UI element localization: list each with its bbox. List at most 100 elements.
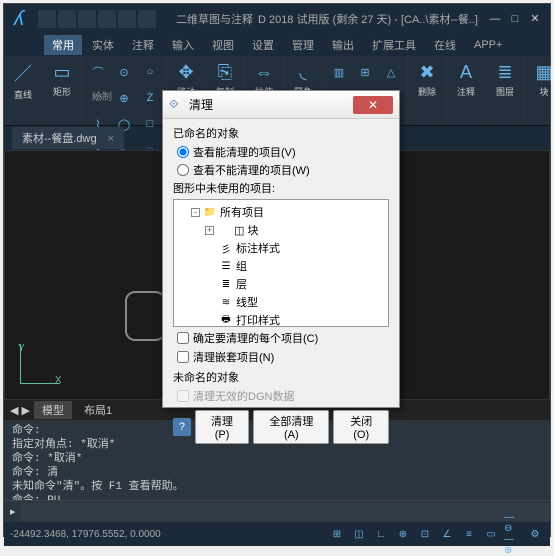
close-icon[interactable]: ✕ bbox=[528, 12, 542, 26]
ribbon-tool-button[interactable]: A注释 bbox=[449, 58, 483, 102]
ribbon-tab[interactable]: 管理 bbox=[284, 35, 322, 55]
qat-item[interactable] bbox=[138, 10, 156, 28]
osnap-icon[interactable]: ⊡ bbox=[416, 525, 434, 543]
polar-icon[interactable]: ⊕ bbox=[394, 525, 412, 543]
otrack-icon[interactable]: ∠ bbox=[438, 525, 456, 543]
ribbon-tab[interactable]: 扩展工具 bbox=[364, 35, 424, 55]
ribbon-panel: ／直线 bbox=[4, 56, 43, 125]
filetab[interactable]: 素材--餐盘.dwg × bbox=[12, 127, 124, 149]
command-prompt-icon: ▸ bbox=[4, 505, 22, 518]
ribbon-tool-button[interactable]: ／直线 bbox=[6, 58, 40, 102]
ribbon-tool-icon[interactable]: ⊙ bbox=[112, 60, 136, 84]
lineweight-icon[interactable]: ≡ bbox=[460, 525, 478, 543]
ribbon-tab[interactable]: APP+ bbox=[466, 37, 510, 53]
radio-viewable[interactable]: 查看能清理的项目(V) bbox=[177, 144, 389, 160]
settings-icon[interactable]: ⚙ bbox=[526, 525, 544, 543]
tree-item-label: 所有项目 bbox=[220, 204, 264, 220]
tab-nav-arrows[interactable]: ◀ ▶ bbox=[10, 404, 30, 417]
zoom-slider[interactable]: —⊖—⊕ bbox=[504, 525, 522, 543]
ribbon-tool-icon[interactable]: ⌒ bbox=[86, 60, 110, 84]
qat-item[interactable] bbox=[118, 10, 136, 28]
ribbon-tool-button[interactable]: ✖删除 bbox=[410, 58, 444, 102]
ribbon-tool-icon[interactable]: △ bbox=[379, 60, 403, 84]
ribbon-tab[interactable]: 实体 bbox=[84, 35, 122, 55]
checkbox-input[interactable] bbox=[177, 351, 189, 363]
ribbon-tool-button[interactable]: ≣图层 bbox=[488, 58, 522, 102]
dialog-icon: ⟐ bbox=[169, 97, 185, 113]
ribbon-tab[interactable]: 注释 bbox=[124, 35, 162, 55]
radio-nonviewable[interactable]: 查看不能清理的项目(W) bbox=[177, 162, 389, 178]
ribbon-panel: ▦块 bbox=[525, 56, 554, 125]
qat-item[interactable] bbox=[78, 10, 96, 28]
help-button[interactable]: ? bbox=[173, 418, 191, 436]
status-icons: ⊞ ◫ ∟ ⊕ ⊡ ∠ ≡ ▭ —⊖—⊕ ⚙ bbox=[328, 525, 544, 543]
qat-item[interactable] bbox=[38, 10, 56, 28]
ribbon-tab[interactable]: 在线 bbox=[426, 35, 464, 55]
purge-all-button[interactable]: 全部清理(A) bbox=[253, 410, 329, 444]
ribbon-tab[interactable]: 输出 bbox=[324, 35, 362, 55]
ribbon-tool-icon[interactable]: □ bbox=[138, 112, 162, 136]
check-dgn[interactable]: 清理无效的DGN数据 bbox=[177, 388, 389, 404]
tab-model[interactable]: 模型 bbox=[34, 401, 72, 419]
ribbon-panel-label: 绘制 bbox=[92, 88, 112, 103]
ribbon-tool-icon[interactable]: ○ bbox=[138, 60, 162, 84]
ribbon-tool-icon[interactable]: ⊕ bbox=[112, 86, 136, 110]
ribbon-tab[interactable]: 常用 bbox=[44, 35, 82, 55]
ribbon-tool-button[interactable]: ▭矩形 bbox=[45, 58, 79, 102]
tree-item[interactable]: + ◫ 块 bbox=[177, 221, 385, 239]
tree-item-icon: ≣ bbox=[219, 278, 233, 290]
radio-input[interactable] bbox=[177, 164, 189, 176]
maximize-icon[interactable]: □ bbox=[508, 12, 522, 26]
qat-item[interactable] bbox=[58, 10, 76, 28]
dialog-button-row: ? 清理(P) 全部清理(A) 关闭(O) bbox=[173, 410, 389, 444]
qat-item[interactable] bbox=[98, 10, 116, 28]
document-title: 二维草图与注释 bbox=[176, 11, 258, 27]
check-nested[interactable]: 清理嵌套项目(N) bbox=[177, 349, 389, 365]
check-confirm[interactable]: 确定要清理的每个项目(C) bbox=[177, 330, 389, 346]
snap-icon[interactable]: ◫ bbox=[350, 525, 368, 543]
dialog-close-button[interactable]: ✕ bbox=[353, 96, 393, 114]
titlebar: ʎ 二维草图与注释 D 2018 试用版 (剩余 27 天) - [CA..\素… bbox=[4, 4, 550, 34]
expander-icon[interactable]: - bbox=[191, 208, 200, 217]
named-objects-label: 已命名的对象 bbox=[173, 125, 389, 141]
tree-item[interactable]: ☰组 bbox=[177, 257, 385, 275]
ribbon-tool-icon[interactable]: Ż bbox=[138, 86, 162, 110]
ribbon-tool-icon[interactable]: ▥ bbox=[327, 60, 351, 84]
tree-item[interactable]: 🖶打印样式 bbox=[177, 311, 385, 327]
ribbon-tab[interactable]: 视图 bbox=[204, 35, 242, 55]
ribbon-panel: A注释 bbox=[447, 56, 486, 125]
item-tree[interactable]: -📁所有项目+◫ 块彡标注样式☰组≣层≋线型🖶打印样式▦形A文字样式彡多线样式√… bbox=[173, 199, 389, 327]
dialog-titlebar[interactable]: ⟐ 清理 ✕ bbox=[163, 91, 399, 119]
purge-button[interactable]: 清理(P) bbox=[195, 410, 249, 444]
grid-icon[interactable]: ⊞ bbox=[328, 525, 346, 543]
tab-layout[interactable]: 布局1 bbox=[76, 401, 120, 419]
close-button[interactable]: 关闭(O) bbox=[333, 410, 389, 444]
tree-item-label: 标注样式 bbox=[236, 240, 280, 256]
tree-item[interactable]: ≋线型 bbox=[177, 293, 385, 311]
minimize-icon[interactable]: — bbox=[488, 12, 502, 26]
ribbon-tab[interactable]: 设置 bbox=[244, 35, 282, 55]
filetab-label: 素材--餐盘.dwg bbox=[22, 133, 97, 145]
command-history-line: 未知命令"清"。按 F1 查看帮助。 bbox=[12, 480, 542, 494]
ucs-icon: Y X bbox=[20, 344, 60, 384]
ribbon-tool-button[interactable]: ▦块 bbox=[527, 58, 554, 102]
statusbar: -24492.3468, 17976.5552, 0.0000 ⊞ ◫ ∟ ⊕ … bbox=[4, 522, 550, 546]
tree-item[interactable]: 彡标注样式 bbox=[177, 239, 385, 257]
coordinates: -24492.3468, 17976.5552, 0.0000 bbox=[10, 529, 161, 540]
ortho-icon[interactable]: ∟ bbox=[372, 525, 390, 543]
ribbon-panel: ✖删除 bbox=[408, 56, 447, 125]
drawn-shape bbox=[125, 291, 165, 341]
tree-item[interactable]: -📁所有项目 bbox=[177, 203, 385, 221]
command-input[interactable] bbox=[22, 503, 550, 521]
checkbox-input bbox=[177, 390, 189, 402]
ribbon-tabs: 常用实体注释输入视图设置管理输出扩展工具在线APP+ bbox=[4, 34, 550, 56]
tree-item[interactable]: ≣层 bbox=[177, 275, 385, 293]
ribbon-tool-icon[interactable]: ⊞ bbox=[353, 60, 377, 84]
filetab-close-icon[interactable]: × bbox=[108, 133, 114, 145]
model-icon[interactable]: ▭ bbox=[482, 525, 500, 543]
tree-item-label: ◫ 块 bbox=[234, 222, 258, 238]
ribbon-tab[interactable]: 输入 bbox=[164, 35, 202, 55]
radio-input[interactable] bbox=[177, 146, 189, 158]
checkbox-input[interactable] bbox=[177, 332, 189, 344]
expander-icon[interactable]: + bbox=[205, 226, 214, 235]
